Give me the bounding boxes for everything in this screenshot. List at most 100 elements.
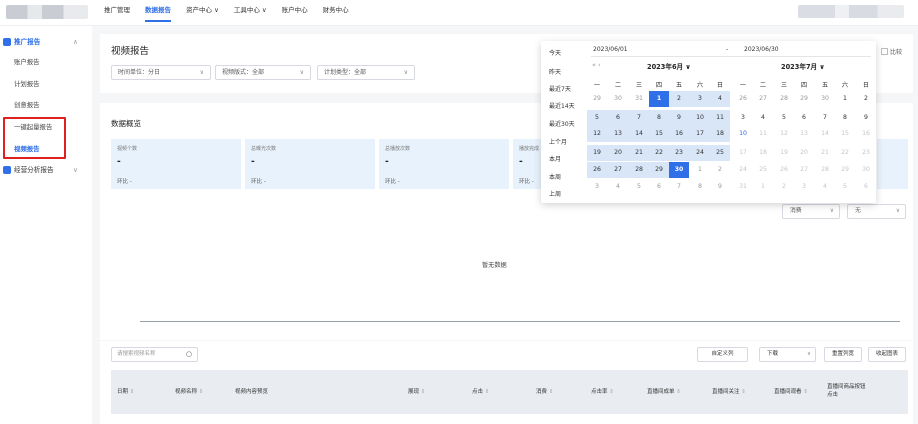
shortcut-item[interactable]: 最近30天 [549, 119, 575, 128]
col-live-follows[interactable]: 直播间关注 ⇕ [712, 370, 746, 414]
calendar-day[interactable]: 2 [856, 91, 876, 107]
calendar-day[interactable]: 28 [629, 162, 649, 178]
calendar-day[interactable]: 1 [649, 91, 669, 107]
sidebar-item-creative-report[interactable]: 创意报告 [14, 96, 40, 114]
nav-tools[interactable]: 工具中心 ∨ [234, 0, 267, 26]
calendar-day[interactable]: 18 [710, 126, 730, 142]
calendar-day[interactable]: 14 [815, 126, 835, 142]
compare-checkbox[interactable]: 比较 [881, 47, 902, 56]
nav-promotion[interactable]: 推广管理 [104, 0, 130, 26]
calendar-day[interactable]: 30 [856, 162, 876, 178]
calendar-day[interactable]: 27 [794, 162, 814, 178]
calendar-day[interactable]: 6 [856, 179, 876, 195]
calendar-day[interactable]: 30 [669, 162, 689, 178]
shortcut-item[interactable]: 今天 [549, 48, 561, 57]
shortcut-item[interactable]: 昨天 [549, 67, 561, 76]
calendar-day[interactable]: 15 [835, 126, 855, 142]
calendar-day[interactable]: 2 [774, 179, 794, 195]
calendar-day[interactable]: 7 [669, 179, 689, 195]
calendar-day[interactable]: 9 [710, 179, 730, 195]
user-info[interactable] [798, 5, 904, 18]
calendar-day[interactable]: 29 [794, 91, 814, 107]
calendar-day[interactable]: 6 [608, 110, 628, 126]
calendar-day[interactable]: 12 [587, 126, 607, 142]
metric-card-video-count[interactable]: 视频个数 - 环比 - [111, 139, 241, 189]
sidebar-item-account-report[interactable]: 账户报告 [14, 53, 40, 71]
calendar-day[interactable]: 4 [710, 91, 730, 107]
calendar-day[interactable]: 6 [794, 110, 814, 126]
calendar-day[interactable]: 26 [587, 162, 607, 178]
calendar-day[interactable]: 13 [794, 126, 814, 142]
calendar-day[interactable]: 30 [608, 91, 628, 107]
calendar-day[interactable]: 2 [669, 91, 689, 107]
calendar-day[interactable]: 4 [815, 179, 835, 195]
calendar-day[interactable]: 31 [733, 179, 753, 195]
calendar-day[interactable]: 4 [608, 179, 628, 195]
calendar-day[interactable]: 24 [733, 162, 753, 178]
calendar-day[interactable]: 22 [649, 145, 669, 161]
calendar-day[interactable]: 24 [690, 145, 710, 161]
calendar-day[interactable]: 27 [608, 162, 628, 178]
calendar-day[interactable]: 8 [835, 110, 855, 126]
calendar-day[interactable]: 17 [733, 145, 753, 161]
calendar-day[interactable]: 10 [690, 110, 710, 126]
nav-data-report[interactable]: 数据报告 [145, 0, 171, 22]
calendar-day[interactable]: 23 [669, 145, 689, 161]
calendar-day[interactable]: 26 [774, 162, 794, 178]
calendar-day[interactable]: 3 [690, 91, 710, 107]
shortcut-item[interactable]: 本周 [549, 172, 561, 181]
calendar-day[interactable]: 7 [629, 110, 649, 126]
calendar-day[interactable]: 29 [649, 162, 669, 178]
calendar-day[interactable]: 30 [815, 91, 835, 107]
custom-columns-button[interactable]: 自定义列 [697, 347, 748, 362]
prev-month-nav[interactable]: « ‹ [592, 61, 601, 69]
col-live-orders[interactable]: 直播间成单 ⇕ [647, 370, 681, 414]
calendar-day[interactable]: 23 [856, 145, 876, 161]
calendar-day[interactable]: 31 [629, 91, 649, 107]
video-format-select[interactable]: 视频版式：全部 ∨ [215, 65, 311, 80]
metric-card-impressions[interactable]: 总曝光次数 - 环比 - [245, 139, 375, 189]
metric-card-more[interactable] [877, 139, 908, 189]
nav-finance[interactable]: 财务中心 [323, 0, 349, 26]
calendar-day[interactable]: 14 [629, 126, 649, 142]
shortcut-item[interactable]: 上周 [549, 189, 561, 198]
calendar-day[interactable]: 21 [629, 145, 649, 161]
search-icon[interactable]: ○ [186, 348, 192, 361]
calendar-day[interactable]: 8 [690, 179, 710, 195]
video-search-input[interactable]: 请搜索视频名称 ○ [111, 347, 198, 362]
nav-account[interactable]: 账户中心 [282, 0, 308, 26]
col-cost[interactable]: 消费 ⇕ [536, 370, 553, 414]
col-ctr[interactable]: 点击率 ⇕ [591, 370, 614, 414]
calendar-day[interactable]: 25 [753, 162, 773, 178]
shortcut-item[interactable]: 最近14天 [549, 101, 575, 110]
calendar-day[interactable]: 22 [835, 145, 855, 161]
collapse-chart-button[interactable]: 收起图表 [868, 347, 906, 362]
calendar-day[interactable]: 6 [649, 179, 669, 195]
calendar-day[interactable]: 18 [753, 145, 773, 161]
calendar-day[interactable]: 16 [669, 126, 689, 142]
calendar-day[interactable]: 3 [587, 179, 607, 195]
calendar-day[interactable]: 9 [669, 110, 689, 126]
calendar-day[interactable]: 13 [608, 126, 628, 142]
calendar-day[interactable]: 19 [587, 145, 607, 161]
calendar-day[interactable]: 2 [710, 162, 730, 178]
calendar-day[interactable]: 16 [856, 126, 876, 142]
range-start[interactable]: 2023/06/01 [593, 46, 628, 53]
calendar-day[interactable]: 11 [710, 110, 730, 126]
calendar-day[interactable]: 27 [753, 91, 773, 107]
calendar-day[interactable]: 20 [794, 145, 814, 161]
calendar-day[interactable]: 9 [856, 110, 876, 126]
col-live-views[interactable]: 直播间观看 ⇕ [774, 370, 808, 414]
download-select[interactable]: 下载 ∨ [759, 347, 816, 362]
sidebar-group-business-analysis[interactable]: 经营分析报告 ∨ [0, 161, 92, 179]
nav-assets[interactable]: 资产中心 ∨ [186, 0, 219, 26]
calendar-day[interactable]: 26 [733, 91, 753, 107]
calendar-day[interactable]: 29 [587, 91, 607, 107]
calendar-day[interactable]: 28 [815, 162, 835, 178]
calendar-day[interactable]: 8 [649, 110, 669, 126]
metric-card-plays[interactable]: 总播放次数 - 环比 - [379, 139, 509, 189]
sidebar-item-plan-report[interactable]: 计划报告 [14, 75, 40, 93]
calendar-day[interactable]: 3 [733, 110, 753, 126]
sidebar-group-promotion-report[interactable]: 推广报告 ∧ [0, 33, 92, 51]
calendar-day[interactable]: 5 [774, 110, 794, 126]
